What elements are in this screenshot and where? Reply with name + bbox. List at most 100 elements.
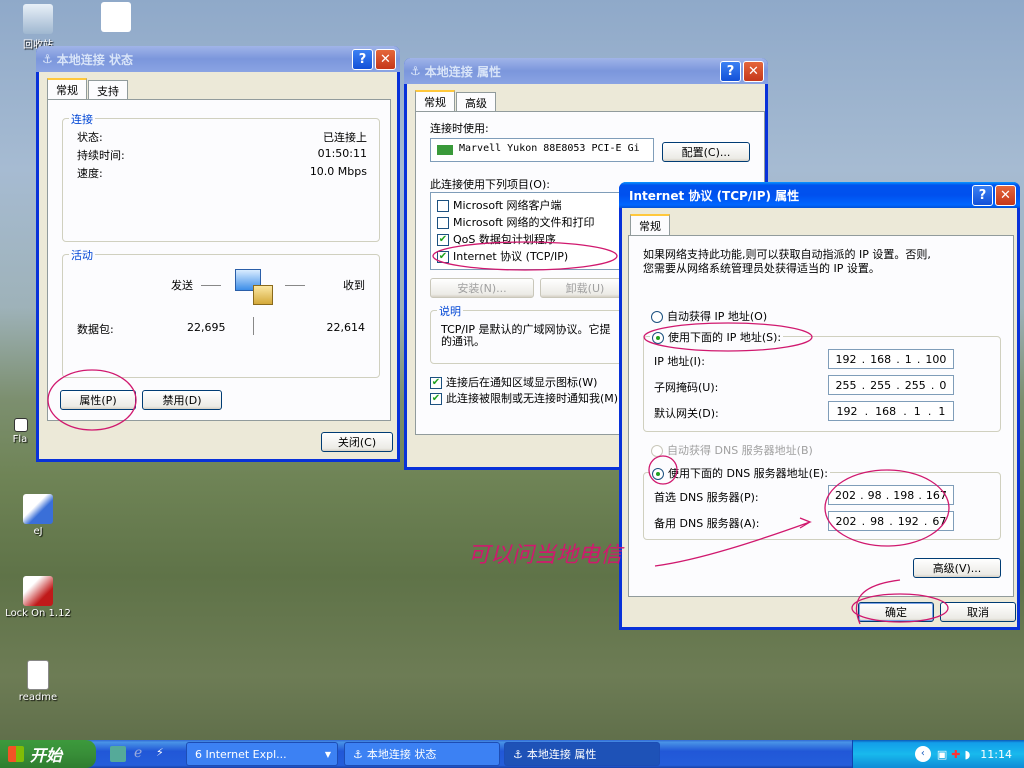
task-status[interactable]: ⚓ 本地连接 状态 [344, 742, 500, 766]
quicklaunch-icon[interactable] [110, 746, 126, 762]
intro-text-2: 您需要从网络系统管理员处获得适当的 IP 设置。 [643, 262, 880, 275]
desktop-icon-label: readme [18, 692, 58, 703]
desktop-icon-recycle-bin[interactable]: 回收站 [0, 4, 76, 51]
radio-label: 自动获得 IP 地址(O) [667, 310, 768, 323]
items-list[interactable]: Microsoft 网络客户端 Microsoft 网络的文件和打印 ✔ QoS … [430, 192, 634, 270]
task-label: 本地连接 状态 [366, 748, 437, 761]
network-icon: ⚓ [353, 747, 363, 761]
packets-label: 数据包: [77, 323, 114, 336]
expand-tray-icon[interactable]: ‹ [914, 746, 931, 762]
dns-group: 使用下面的 DNS 服务器地址(E): 首选 DNS 服务器(P): 202. 9… [643, 465, 1001, 540]
list-item[interactable]: ✔ QoS 数据包计划程序 [437, 231, 556, 247]
tab-support[interactable]: 支持 [88, 80, 128, 99]
checkbox-label: 连接后在通知区域显示图标(W) [446, 376, 598, 389]
tab-general[interactable]: 常规 [415, 90, 455, 111]
task-properties[interactable]: ⚓ 本地连接 属性 [504, 742, 660, 766]
lockon-icon [23, 576, 53, 606]
properties-window-titlebar[interactable]: ⚓ 本地连接 属性 ? ✕ [404, 58, 768, 84]
items-label: 此连接使用下列项目(O): [430, 178, 550, 191]
help-button[interactable]: ? [720, 60, 741, 82]
annotation-handwriting: 可以问当地电信 [468, 543, 625, 568]
arrow-icon[interactable]: ⚡ [156, 746, 164, 759]
text-file-icon [27, 660, 49, 690]
radio-button[interactable] [652, 468, 664, 480]
subnet-mask-field[interactable]: 255. 255. 255. 0 [828, 375, 954, 395]
preferred-dns-field[interactable]: 202. 98. 198. 167 [828, 485, 954, 505]
duration-label: 持续时间: [77, 149, 125, 162]
divider [253, 317, 254, 335]
uninstall-button[interactable]: 卸载(U) [540, 278, 630, 298]
clock[interactable]: 11:14 [980, 748, 1012, 761]
task-internet-explorer[interactable]: 6 Internet Expl... ▼ [186, 742, 338, 766]
tcpip-tab-panel: 如果网络支持此功能,则可以获取自动指派的 IP 设置。否则, 您需要从网络系统管… [628, 235, 1014, 597]
volume-icon[interactable]: ◗ [965, 748, 971, 761]
gateway-field[interactable]: 192. 168. 1. 1 [828, 401, 954, 421]
checkbox[interactable] [437, 217, 449, 229]
close-button[interactable]: 关闭(C) [321, 432, 393, 452]
cancel-button[interactable]: 取消 [940, 602, 1016, 622]
checkbox[interactable]: ✔ [430, 393, 442, 405]
list-item[interactable]: ✔ Internet 协议 (TCP/IP) [437, 248, 568, 264]
close-window-button[interactable]: ✕ [375, 48, 396, 70]
desktop-icon-flash[interactable]: Fla [0, 418, 40, 445]
group-label: 说明 [437, 303, 463, 319]
tab-advanced[interactable]: 高级 [456, 92, 496, 111]
configure-button[interactable]: 配置(C)... [662, 142, 750, 162]
packets-sent-value: 22,695 [187, 321, 226, 334]
close-window-button[interactable]: ✕ [995, 184, 1016, 206]
desktop-icon-readme[interactable]: readme [0, 660, 76, 703]
properties-button[interactable]: 属性(P) [60, 390, 136, 410]
manual-ip-radio[interactable]: 使用下面的 IP 地址(S): [650, 329, 784, 345]
group-label: 活动 [69, 247, 95, 263]
window-title: 本地连接 状态 [56, 52, 133, 67]
radio-button[interactable] [652, 332, 664, 344]
tab-general[interactable]: 常规 [47, 78, 87, 99]
window-title: 本地连接 属性 [424, 64, 501, 79]
list-item[interactable]: Microsoft 网络的文件和打印 [437, 214, 595, 230]
help-button[interactable]: ? [972, 184, 993, 206]
start-button[interactable]: 开始 [0, 740, 96, 768]
network-tray-icon[interactable]: ▣ [937, 748, 947, 761]
auto-ip-radio[interactable]: 自动获得 IP 地址(O) [651, 308, 767, 324]
security-shield-icon[interactable]: ✚ [951, 748, 960, 761]
sent-label: 发送 [171, 279, 193, 292]
help-button[interactable]: ? [352, 48, 373, 70]
auto-dns-radio[interactable]: 自动获得 DNS 服务器地址(B) [651, 442, 813, 458]
desktop-icon-ej[interactable]: eJ [0, 494, 76, 537]
list-item-label: Microsoft 网络客户端 [453, 199, 562, 212]
manual-dns-radio[interactable]: 使用下面的 DNS 服务器地址(E): [650, 465, 830, 481]
ie-quicklaunch-icon[interactable]: ℯ [134, 745, 142, 761]
checkbox[interactable]: ✔ [430, 377, 442, 389]
alternate-dns-field[interactable]: 202. 98. 192. 67 [828, 511, 954, 531]
activity-group: 活动 发送 收到 数据包: 22,695 22,614 [62, 247, 380, 378]
disable-button[interactable]: 禁用(D) [142, 390, 222, 410]
status-window-titlebar[interactable]: ⚓ 本地连接 状态 ? ✕ [36, 46, 400, 72]
tab-general[interactable]: 常规 [630, 214, 670, 235]
advanced-button[interactable]: 高级(V)... [913, 558, 1001, 578]
packets-received-value: 22,614 [326, 321, 366, 334]
speed-label: 速度: [77, 167, 103, 180]
windows-logo-icon [8, 746, 24, 762]
notify-limited-option[interactable]: ✔ 此连接被限制或无连接时通知我(M) [430, 390, 618, 406]
ip-address-field[interactable]: 192. 168. 1. 100 [828, 349, 954, 369]
desktop-icon-jet[interactable] [78, 2, 154, 34]
tcpip-window-titlebar[interactable]: Internet 协议 (TCP/IP) 属性 ? ✕ [619, 182, 1020, 208]
radio-button[interactable] [651, 445, 663, 457]
checkbox[interactable] [437, 200, 449, 212]
desktop-icon-label: Fla [12, 434, 28, 445]
show-icon-option[interactable]: ✔ 连接后在通知区域显示图标(W) [430, 374, 597, 390]
checkbox[interactable]: ✔ [437, 251, 449, 263]
list-item[interactable]: Microsoft 网络客户端 [437, 197, 562, 213]
close-window-button[interactable]: ✕ [743, 60, 764, 82]
window-title: Internet 协议 (TCP/IP) 属性 [629, 188, 800, 203]
tcpip-window: Internet 协议 (TCP/IP) 属性 ? ✕ 常规 如果网络支持此功能… [619, 182, 1020, 630]
install-button[interactable]: 安装(N)... [430, 278, 534, 298]
ok-button[interactable]: 确定 [858, 602, 934, 622]
radio-button[interactable] [651, 311, 663, 323]
checkbox[interactable]: ✔ [437, 234, 449, 246]
radio-label: 使用下面的 DNS 服务器地址(E): [668, 467, 828, 480]
connect-using-label: 连接时使用: [430, 122, 489, 135]
desktop-icon-lockon[interactable]: Lock On 1.12 [0, 576, 76, 619]
dns1-label: 首选 DNS 服务器(P): [654, 491, 759, 504]
ip-label: IP 地址(I): [654, 355, 705, 368]
